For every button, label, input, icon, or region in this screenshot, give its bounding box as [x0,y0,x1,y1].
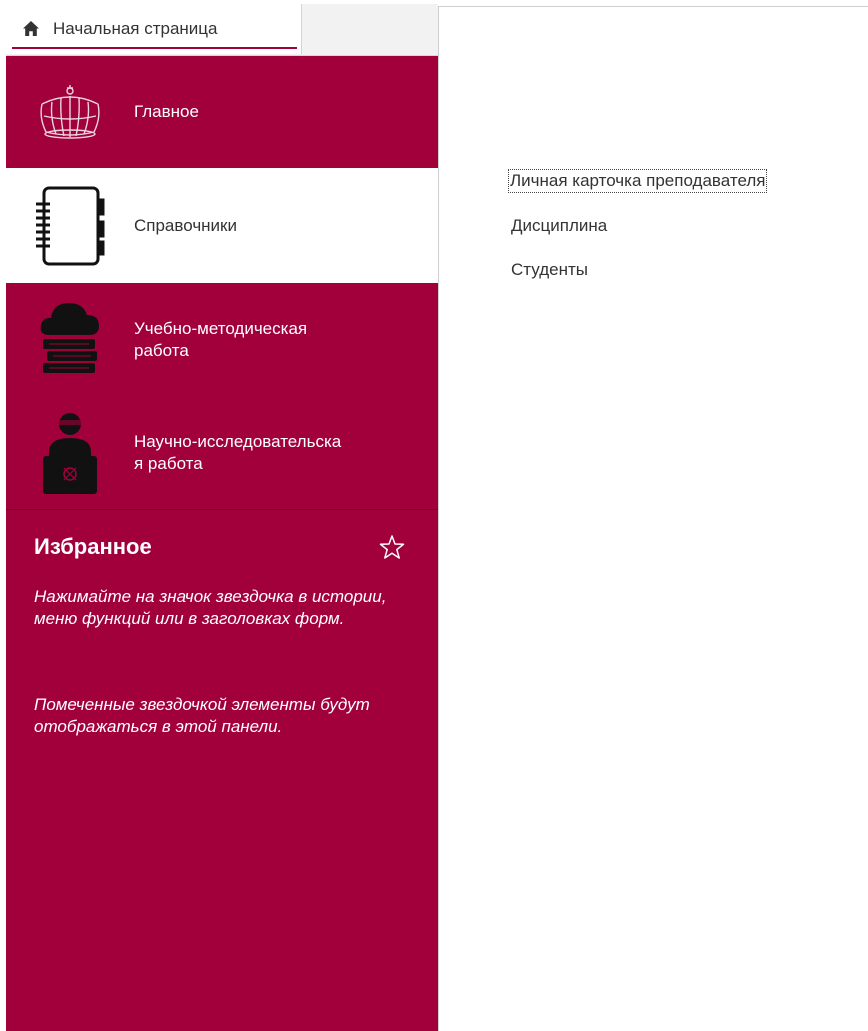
sidebar-item-label: Учебно-методическая работа [134,319,308,360]
favorites-hint: Помеченные звездочкой элементы будут ото… [34,695,370,736]
sidebar: Главное Справочники Учебно-методическая … [6,56,438,1031]
sidebar-item-teaching[interactable]: Учебно-методическая работа [6,283,438,397]
sidebar-item-research[interactable]: Научно-исследовательска я работа [6,397,438,509]
cloud-books-icon [40,303,99,373]
favorites-hint: Нажимайте на значок звездочка в истории,… [34,587,387,628]
link-teacher-card[interactable]: Личная карточка преподавателя [507,169,768,193]
sidebar-item-references[interactable]: Справочники [6,168,438,283]
sidebar-divider [6,509,438,510]
sidebar-item-label: Главное [134,102,199,121]
sidebar-item-main[interactable]: Главное [6,56,438,168]
sidebar-item-label: Научно-исследовательска я работа [134,432,342,473]
content-pane: Личная карточка преподавателя Дисциплина… [438,6,868,1031]
home-icon [23,21,39,36]
notebook-icon [36,186,105,265]
star-icon[interactable] [379,534,405,560]
researcher-icon [43,413,97,494]
link-students[interactable]: Студенты [511,259,588,281]
tab-bar: Начальная страница [6,4,438,56]
tab-home[interactable]: Начальная страница [6,4,302,54]
crown-icon [40,85,100,139]
app-window: Начальная страница Главное Справочники У… [0,0,868,1031]
sidebar-item-label: Справочники [134,215,237,235]
link-discipline[interactable]: Дисциплина [511,215,607,237]
tab-home-label: Начальная страница [53,19,218,38]
favorites-title: Избранное [34,534,152,559]
